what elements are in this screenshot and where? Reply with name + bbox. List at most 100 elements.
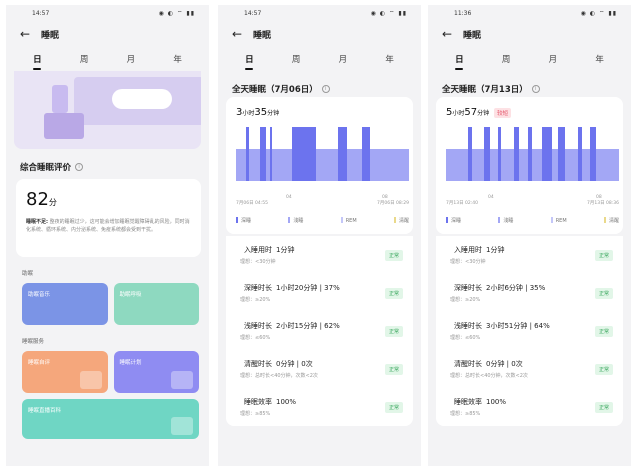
score-number: 82 [26,189,49,210]
sleep-chart-card: 5 小时 57 分钟 较短 04 08 7月13日 02:40 7月13日 08:3… [436,97,623,234]
self-assessment-tile[interactable]: 睡眠自评 [22,351,108,393]
status-badge: 正常 [594,249,613,261]
metric-name: 深睡时长 [244,284,272,292]
metric-reference: 理想：<30分钟 [240,259,276,265]
metric-reference: 理想：≥85% [240,411,271,417]
short-sleep-tag: 较短 [494,108,512,118]
header: ← 睡眠 [428,21,631,47]
metric-row[interactable]: 入睡用时 1分钟 理想：<30分钟 正常 [226,236,413,274]
tab-week[interactable]: 周 [281,53,311,65]
metric-row[interactable]: 浅睡时长 2小时15分钟 | 62% 理想：≤60% 正常 [226,312,413,350]
metric-row[interactable]: 睡眠效率 100% 理想：≥85% 正常 [226,388,413,426]
metric-row[interactable]: 清醒时长 0分钟 | 0次 理想：总时长<40分钟，次数<2次 正常 [226,350,413,388]
metric-value: 2小时15分钟 | 62% [276,322,340,330]
breathing-tile[interactable]: 助眠呼吸 [113,283,199,325]
status-badge: 正常 [384,363,403,375]
sleep-stage-chart[interactable] [446,127,619,195]
metric-main: 睡眠效率 100% [240,397,296,407]
status-time: 14:57 [244,9,262,17]
tab-week[interactable]: 周 [69,53,99,65]
day-title-text: 全天睡眠（7月06日） [232,85,318,95]
metric-row[interactable]: 深睡时长 1小时20分钟 | 37% 理想：≥20% 正常 [226,274,413,312]
lamp-graphic [52,85,68,113]
status-icons: ◉ ◐ ⌔ ▮▮ [370,10,407,17]
status-bar: 11:36 ◉ ◐ ⌔ ▮▮ [428,5,631,21]
metric-reference: 理想：≤60% [450,335,481,341]
metric-text: 深睡时长 1小时20分钟 | 37% 理想：≥20% [240,283,340,303]
metric-main: 深睡时长 2小时6分钟 | 35% [450,283,545,293]
score-description: 睡眠不足: 整夜的睡眠过少，这可能会增加睡眠觉醒障碍乱的风险，同时消化系统、循环… [26,218,191,234]
deep-sleep-segment [528,127,532,181]
chart-time-range: 7月06日 04:55 7月06日 08:29 [236,200,409,206]
metric-main: 入睡用时 1分钟 [450,245,504,255]
assist-tiles: 助眠音乐 助眠呼吸 [6,283,209,325]
period-tabs: 日 周 月 年 [218,47,421,71]
deep-sleep-segment [468,127,472,181]
deep-sleep-segment [292,127,316,181]
knowledge-tile[interactable]: 睡眠直播百科 [22,399,199,439]
metric-name: 睡眠效率 [244,398,272,406]
legend-awake: 清醒 [393,217,409,224]
metric-name: 深睡时长 [454,284,482,292]
metric-row[interactable]: 浅睡时长 3小时51分钟 | 64% 理想：≤60% 正常 [436,312,623,350]
period-tabs: 日 周 月 年 [6,47,209,71]
back-arrow-icon[interactable]: ← [20,27,36,41]
metric-row[interactable]: 入睡用时 1分钟 理想：<30分钟 正常 [436,236,623,274]
tab-day[interactable]: 日 [234,53,264,70]
info-icon[interactable]: i [321,85,330,93]
phone-screen-overview: 14:57 ◉ ◐ ⌔ ▮▮ ← 睡眠 日 周 月 年 综合睡眠评价 i 82分… [6,5,209,466]
tab-week[interactable]: 周 [491,53,521,65]
end-time: 7月13日 08:36 [587,201,619,206]
metric-name: 入睡用时 [454,246,482,254]
page-title: 睡眠 [41,30,60,41]
legend-light: 浅睡 [288,217,303,224]
deep-sleep-segment [514,127,519,181]
info-icon[interactable]: i [531,85,540,93]
legend-deep: 深睡 [446,217,461,224]
tab-month[interactable]: 月 [328,53,358,65]
score-unit: 分 [48,198,57,207]
legend-rem: REM [340,217,357,224]
legend-deep: 深睡 [236,217,251,224]
deep-sleep-segment [484,127,490,181]
sleep-stage-chart[interactable] [236,127,409,195]
deep-sleep-segment [260,127,266,181]
tab-day[interactable]: 日 [22,53,52,70]
back-arrow-icon[interactable]: ← [442,27,458,41]
status-badge: 正常 [384,325,403,337]
tab-year[interactable]: 年 [163,53,193,65]
tab-year[interactable]: 年 [375,53,405,65]
day-title: 全天睡眠（7月06日） i [218,71,421,97]
chart-legend: 深睡 浅睡 REM 清醒 [446,217,619,224]
tab-day[interactable]: 日 [444,53,474,70]
pillow-graphic [112,89,172,109]
tile-label: 助眠音乐 [28,292,51,298]
back-arrow-icon[interactable]: ← [232,27,248,41]
deep-sleep-segment [362,127,370,181]
metric-main: 睡眠效率 100% [450,397,506,407]
metric-value: 1小时20分钟 | 37% [276,284,340,292]
deep-sleep-segment [542,127,552,181]
sleep-plan-tile[interactable]: 睡眠计划 [113,351,199,393]
sleep-music-tile[interactable]: 助眠音乐 [22,283,108,325]
legend-label: 深睡 [241,218,252,224]
metric-value: 100% [276,398,297,406]
score-label: 睡眠不足: [26,219,48,225]
metric-row[interactable]: 清醒时长 0分钟 | 0次 理想：总时长<40分钟，次数<2次 正常 [436,350,623,388]
tab-month[interactable]: 月 [116,53,146,65]
metric-main: 深睡时长 1小时20分钟 | 37% [240,283,340,293]
legend-label: REM [555,218,567,224]
metric-row[interactable]: 深睡时长 2小时6分钟 | 35% 理想：≥20% 正常 [436,274,623,312]
tab-year[interactable]: 年 [585,53,615,65]
tab-month[interactable]: 月 [538,53,568,65]
nightstand-graphic [44,113,84,139]
sleep-metrics-list: 入睡用时 1分钟 理想：<30分钟 正常 深睡时长 1小时20分钟 | 37% 理想：≥20… [226,236,413,426]
period-tabs: 日 周 月 年 [428,47,631,71]
status-bar: 14:57 ◉ ◐ ⌔ ▮▮ [218,5,421,21]
metric-row[interactable]: 睡眠效率 100% 理想：≥85% 正常 [436,388,623,426]
metric-main: 清醒时长 0分钟 | 0次 [240,359,318,369]
start-time: 7月06日 04:55 [236,201,268,206]
header: ← 睡眠 [218,21,421,47]
deep-sleep-segment [498,127,501,181]
info-icon[interactable]: i [75,162,84,171]
